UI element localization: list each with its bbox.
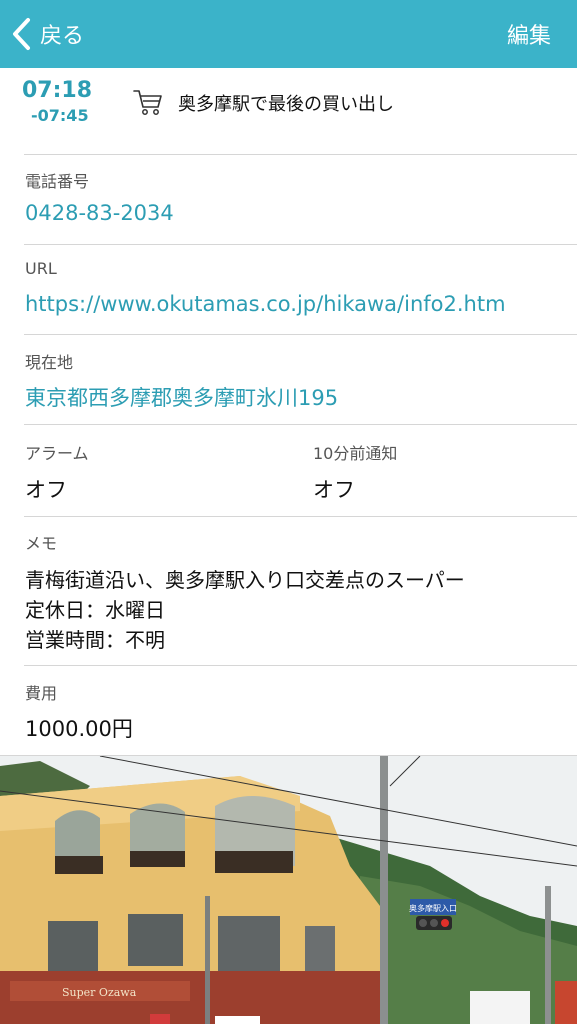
url-link[interactable]: https://www.okutamas.co.jp/hikawa/info2.… (25, 292, 506, 316)
back-label: 戻る (40, 24, 85, 49)
start-time: 07:18 (22, 78, 93, 103)
notify-label: 10分前通知 (313, 444, 398, 463)
navigation-bar: 戻る 編集 (0, 0, 577, 68)
divider (24, 665, 577, 666)
divider (24, 424, 577, 425)
location-label: 現在地 (25, 353, 74, 372)
divider (24, 334, 577, 335)
cart-icon (133, 90, 162, 115)
divider (24, 154, 577, 155)
edit-button[interactable]: 編集 (507, 18, 551, 50)
phone-link[interactable]: 0428-83-2034 (25, 201, 174, 225)
end-time: -07:45 (31, 106, 89, 125)
cost-label: 費用 (25, 684, 58, 703)
alarm-value[interactable]: オフ (25, 474, 67, 504)
divider (24, 244, 577, 245)
memo-label: メモ (25, 534, 58, 553)
road-sign: 奥多摩駅入口 (409, 903, 457, 913)
back-button[interactable]: 戻る (10, 14, 84, 54)
chevron-left-icon (13, 18, 30, 50)
memo-line: 青梅街道沿い、奥多摩駅入り口交差点のスーパー (25, 568, 465, 592)
alarm-label: アラーム (25, 444, 89, 463)
store-sign: Super Ozawa (62, 986, 137, 999)
cost-value: 1000.00円 (25, 717, 133, 741)
location-link[interactable]: 東京都西多摩郡奥多摩町氷川195 (25, 382, 338, 412)
memo-line: 定休日：水曜日 (25, 598, 165, 622)
memo-line: 営業時間：不明 (25, 628, 165, 652)
event-title: 奥多摩駅で最後の買い出し (178, 94, 394, 115)
notify-value[interactable]: オフ (313, 474, 355, 504)
event-header: 07:18 -07:45 奥多摩駅で最後の買い出し (0, 68, 577, 154)
phone-label: 電話番号 (25, 172, 90, 191)
url-label: URL (25, 259, 57, 278)
location-photo[interactable]: Super Ozawa 奥多摩駅入口 (0, 756, 577, 1024)
divider (24, 516, 577, 517)
photo-illustration: Super Ozawa 奥多摩駅入口 (0, 756, 577, 1024)
